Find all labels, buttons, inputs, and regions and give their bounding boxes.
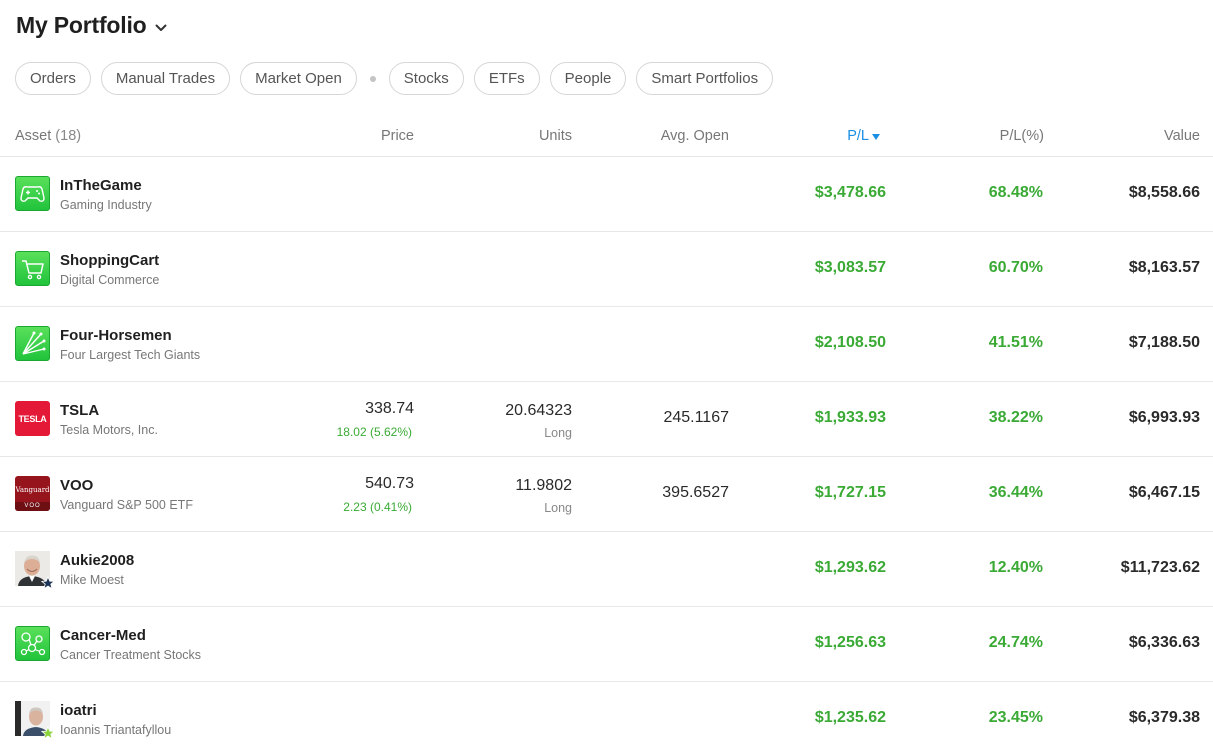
asset-subtitle: Tesla Motors, Inc. [60, 423, 158, 437]
column-header-asset[interactable]: Asset (18) [15, 128, 81, 144]
asset-subtitle: Ioannis Triantafyllou [60, 723, 172, 737]
avatar[interactable] [15, 701, 55, 740]
asset-name[interactable]: VOO [60, 477, 93, 494]
asset-subtitle: Gaming Industry [60, 198, 152, 212]
asset-subtitle: Mike Moest [60, 573, 124, 587]
column-header-value[interactable]: Value [1164, 128, 1200, 144]
filter-bar: Orders Manual Trades Market Open Stocks … [15, 62, 774, 95]
asset-subtitle: Cancer Treatment Stocks [60, 648, 202, 662]
pl-percent-value: 12.40% [988, 559, 1043, 576]
pl-value: $1,933.93 [814, 409, 886, 426]
table-row[interactable]: Aukie2008 Mike Moest $1,293.62 12.40% $1… [0, 532, 1213, 607]
column-header-avg-open[interactable]: Avg. Open [661, 128, 729, 144]
position-value: $8,163.57 [1128, 259, 1200, 276]
star-badge-icon [41, 576, 55, 590]
filter-manual-trades[interactable]: Manual Trades [100, 62, 231, 95]
vanguard-logo-text: Vanguard [15, 486, 50, 494]
pl-value: $1,293.62 [814, 559, 886, 576]
filter-etfs[interactable]: ETFs [473, 62, 540, 95]
table-row[interactable]: Cancer-Med Cancer Treatment Stocks $1,25… [0, 607, 1213, 682]
filter-orders[interactable]: Orders [15, 62, 91, 95]
avatar[interactable] [15, 551, 55, 590]
asset-count: (18) [55, 128, 82, 144]
asset-name[interactable]: TSLA [60, 402, 99, 419]
pl-value: $1,727.15 [814, 484, 886, 501]
portfolio-page: My Portfolio Orders Manual Trades Market… [0, 0, 1213, 753]
pl-value: $1,256.63 [814, 634, 886, 651]
price-value: 338.74 [365, 400, 414, 417]
filter-stocks[interactable]: Stocks [388, 62, 464, 95]
asset-name[interactable]: ShoppingCart [60, 252, 159, 269]
pl-value: $2,108.50 [814, 334, 886, 351]
position-value: $6,336.63 [1128, 634, 1200, 651]
pl-percent-value: 60.70% [988, 259, 1043, 276]
pl-value: $1,235.62 [814, 709, 886, 726]
arrows-icon [15, 326, 50, 361]
avg-open-value: 245.1167 [663, 409, 729, 426]
asset-subtitle: Vanguard S&P 500 ETF [60, 498, 193, 512]
asset-name[interactable]: ioatri [60, 702, 97, 719]
page-title: My Portfolio [16, 12, 147, 38]
asset-name[interactable]: Aukie2008 [60, 552, 134, 569]
tesla-logo: TESLA [15, 401, 50, 436]
pl-percent-value: 24.74% [988, 634, 1043, 651]
position-value: $8,558.66 [1128, 184, 1200, 201]
position-direction: Long [544, 501, 572, 515]
price-change: 18.02 (5.62%) [336, 425, 412, 439]
shopping-cart-icon [15, 251, 50, 286]
position-value: $6,467.15 [1128, 484, 1200, 501]
position-value: $7,188.50 [1128, 334, 1200, 351]
pl-percent-value: 36.44% [988, 484, 1043, 501]
column-header-pl[interactable]: P/L [847, 128, 880, 144]
asset-subtitle: Digital Commerce [60, 273, 160, 287]
portfolio-table-body: InTheGame Gaming Industry $3,478.66 68.4… [0, 157, 1213, 753]
filter-smart-portfolios[interactable]: Smart Portfolios [636, 62, 774, 95]
column-header-units[interactable]: Units [539, 128, 572, 144]
asset-subtitle: Four Largest Tech Giants [60, 348, 201, 362]
column-header-price[interactable]: Price [381, 128, 414, 144]
vanguard-logo-ticker: VOO [15, 502, 50, 511]
position-value: $6,379.38 [1128, 709, 1200, 726]
asset-name[interactable]: Four-Horsemen [60, 327, 172, 344]
pl-header-label: P/L [847, 128, 869, 144]
table-row[interactable]: ioatri Ioannis Triantafyllou $1,235.62 2… [0, 682, 1213, 753]
asset-header-label: Asset [15, 128, 52, 144]
molecule-icon [15, 626, 50, 661]
filter-people[interactable]: People [549, 62, 627, 95]
pl-percent-value: 38.22% [988, 409, 1043, 426]
position-value: $11,723.62 [1120, 559, 1200, 576]
avg-open-value: 395.6527 [662, 484, 729, 501]
pl-percent-value: 23.45% [988, 709, 1043, 726]
column-header-pl-percent[interactable]: P/L(%) [1000, 128, 1044, 144]
filter-market-open[interactable]: Market Open [240, 62, 357, 95]
portfolio-title-dropdown[interactable]: My Portfolio [16, 12, 168, 39]
units-value: 11.9802 [515, 477, 572, 494]
position-direction: Long [544, 426, 572, 440]
table-row[interactable]: ShoppingCart Digital Commerce $3,083.57 … [0, 232, 1213, 307]
pl-percent-value: 41.51% [988, 334, 1043, 351]
table-row[interactable]: Vanguard VOO VOO Vanguard S&P 500 ETF 54… [0, 457, 1213, 532]
price-value: 540.73 [365, 475, 414, 492]
gamepad-icon [15, 176, 50, 211]
units-value: 20.64323 [505, 402, 572, 419]
asset-name[interactable]: InTheGame [60, 177, 142, 194]
asset-name[interactable]: Cancer-Med [60, 627, 146, 644]
pl-value: $3,478.66 [814, 184, 886, 201]
vanguard-logo: Vanguard VOO [15, 476, 50, 511]
position-value: $6,993.93 [1128, 409, 1200, 426]
chevron-down-icon [155, 24, 167, 31]
star-badge-icon [41, 726, 55, 740]
filter-separator [369, 75, 376, 82]
sort-desc-icon [872, 133, 880, 140]
pl-value: $3,083.57 [814, 259, 886, 276]
price-change: 2.23 (0.41%) [343, 500, 412, 514]
table-row[interactable]: TESLA TSLA Tesla Motors, Inc. 338.74 18.… [0, 382, 1213, 457]
pl-percent-value: 68.48% [988, 184, 1043, 201]
table-header: Asset (18) Price Units Avg. Open P/L P/L… [0, 118, 1213, 157]
table-row[interactable]: InTheGame Gaming Industry $3,478.66 68.4… [0, 157, 1213, 232]
table-row[interactable]: Four-Horsemen Four Largest Tech Giants $… [0, 307, 1213, 382]
